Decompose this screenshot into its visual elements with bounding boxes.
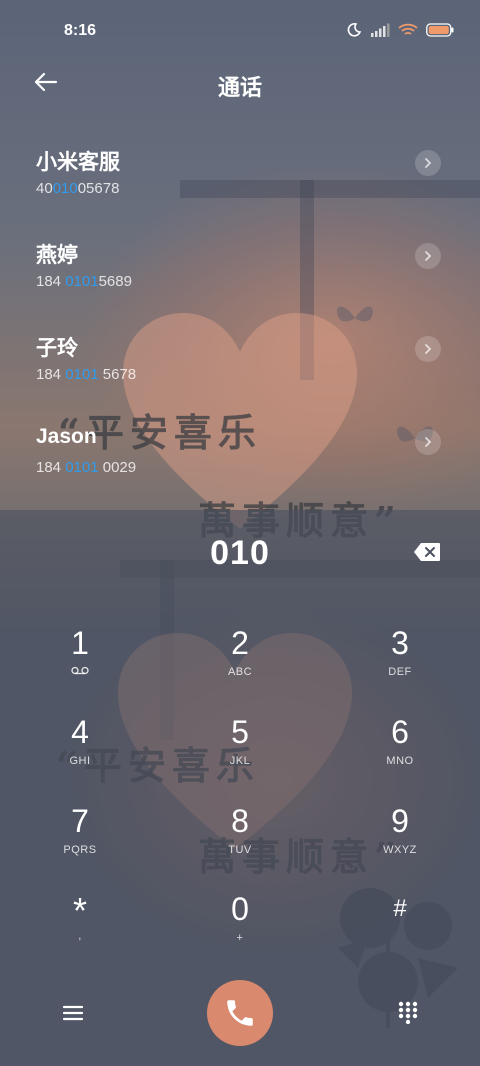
contact-row[interactable]: 子玲 184 0101 5678	[0, 332, 480, 418]
menu-icon[interactable]	[60, 1000, 86, 1026]
number-match-highlight: 0101	[65, 459, 99, 476]
number-suffix: 5678	[98, 366, 137, 383]
contact-name: 燕婷	[36, 244, 78, 267]
key-digit: 1	[71, 625, 89, 661]
contact-row[interactable]: Jason 184 0101 0029	[0, 425, 480, 511]
key-digit: 0	[231, 891, 249, 927]
chevron-right-icon[interactable]	[415, 150, 441, 176]
key-digit: 6	[391, 714, 409, 750]
key-2[interactable]: 2 ABC	[185, 626, 295, 706]
chevron-right-icon[interactable]	[415, 429, 441, 455]
key-letters: ,	[78, 930, 82, 942]
key-9[interactable]: 9 WXYZ	[345, 804, 455, 884]
number-suffix: 0029	[98, 459, 137, 476]
typed-number-display[interactable]: 010	[0, 534, 480, 573]
contact-number: 184 0101 5678	[36, 366, 136, 383]
contact-name: Jason	[36, 425, 97, 448]
key-4[interactable]: 4 GHI	[25, 715, 135, 795]
chevron-right-icon[interactable]	[415, 336, 441, 362]
number-match-highlight: 010	[52, 180, 78, 197]
key-letters: PQRS	[63, 844, 97, 856]
key-digit: 2	[231, 625, 249, 661]
keypad-icon[interactable]	[396, 1000, 420, 1024]
number-suffix: 5689	[98, 273, 132, 290]
contact-number: 4001005678	[36, 180, 119, 197]
number-prefix: 184	[36, 459, 66, 476]
number-suffix: 05678	[77, 180, 120, 197]
key-letters: DEF	[388, 666, 412, 678]
key-letters: ABC	[227, 666, 253, 678]
key-digit: 8	[231, 803, 249, 839]
dialer-bottom-bar	[0, 980, 480, 1050]
contact-number: 184 0101 0029	[36, 459, 136, 476]
signal-icon	[371, 23, 390, 37]
page-title: 通话	[217, 75, 262, 100]
key-digit: *	[72, 890, 87, 931]
number-prefix: 184	[36, 273, 66, 290]
backspace-icon[interactable]	[413, 542, 441, 562]
key-letters: +	[236, 932, 244, 944]
key-digit: 3	[391, 625, 409, 661]
contact-row[interactable]: 小米客服 4001005678	[0, 146, 480, 232]
contact-number: 184 01015689	[36, 273, 132, 290]
number-match-highlight: 0101	[65, 273, 99, 290]
key-digit: 5	[231, 714, 249, 750]
number-match-highlight: 0101	[65, 366, 99, 383]
chevron-right-icon[interactable]	[415, 243, 441, 269]
key-8[interactable]: 8 TUV	[185, 804, 295, 884]
status-icons	[346, 22, 454, 38]
battery-icon	[426, 23, 454, 37]
key-letters: JKL	[229, 755, 251, 767]
key-0[interactable]: 0 +	[185, 892, 295, 972]
phone-icon	[227, 1000, 253, 1026]
number-prefix: 184	[36, 366, 66, 383]
status-time: 8:16	[64, 22, 97, 39]
key-letters: MNO	[386, 755, 414, 767]
header: 通话	[0, 62, 480, 106]
key-1[interactable]: 1	[25, 626, 135, 706]
key-letters: TUV	[228, 844, 252, 856]
number-prefix: 40	[36, 180, 53, 197]
wifi-icon	[398, 23, 418, 35]
key-digit: 9	[391, 803, 409, 839]
key-letters: GHI	[69, 755, 91, 767]
key-5[interactable]: 5 JKL	[185, 715, 295, 795]
moon-icon	[347, 23, 362, 37]
voicemail-icon	[25, 666, 135, 678]
key-7[interactable]: 7 PQRS	[25, 804, 135, 884]
key-6[interactable]: 6 MNO	[345, 715, 455, 795]
status-bar: 8:16	[0, 0, 480, 62]
key-letters: WXYZ	[383, 844, 417, 856]
key-digit: #	[393, 895, 407, 922]
key-digit: 7	[71, 803, 89, 839]
dialer-panel: 010 1 2 ABC 3 DEF 4 GHI 5 JKL 6 MNO 7 PQ…	[0, 510, 480, 1066]
key-3[interactable]: 3 DEF	[345, 626, 455, 706]
call-button[interactable]	[207, 980, 273, 1046]
contact-row[interactable]: 燕婷 184 01015689	[0, 239, 480, 325]
contact-name: 小米客服	[36, 151, 120, 174]
key-star[interactable]: * ,	[25, 892, 135, 972]
contact-name: 子玲	[36, 337, 78, 360]
key-hash[interactable]: #	[345, 892, 455, 972]
key-digit: 4	[71, 714, 89, 750]
